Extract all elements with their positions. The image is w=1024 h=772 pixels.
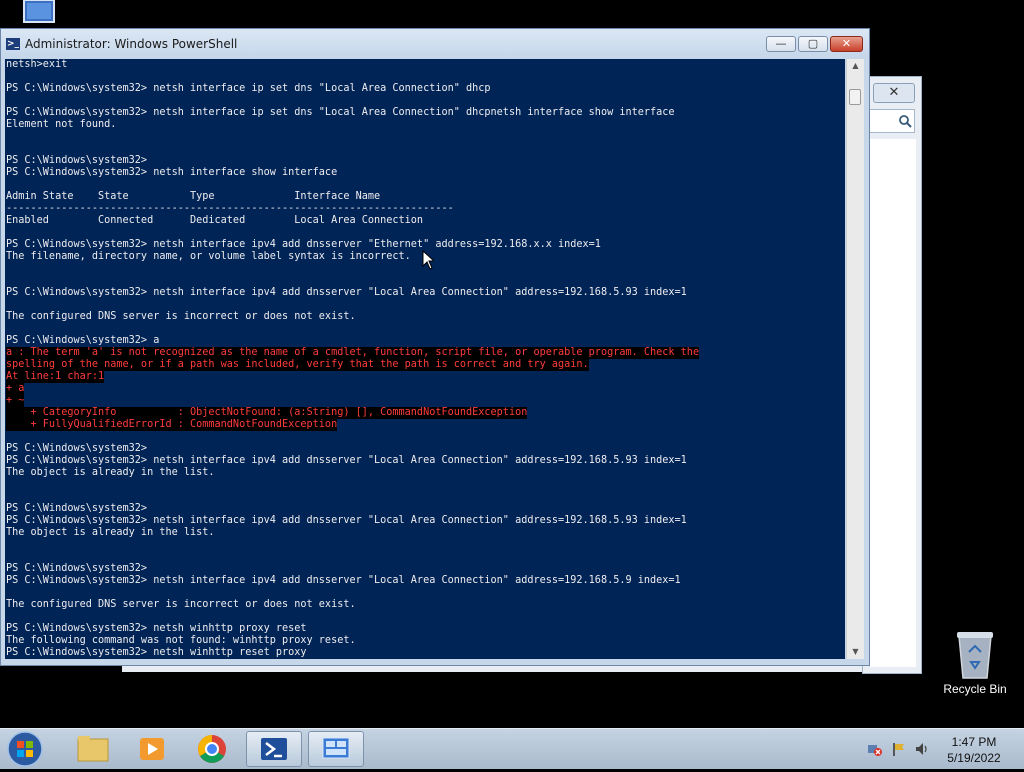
system-clock[interactable]: 1:47 PM 5/19/2022 bbox=[936, 734, 1012, 766]
taskbar-explorer[interactable] bbox=[64, 731, 120, 767]
console-line: PS C:\Windows\system32> netsh interface … bbox=[6, 83, 491, 94]
console-line: PS C:\Windows\system32> netsh interface … bbox=[6, 239, 601, 250]
windows-orb-icon bbox=[7, 731, 43, 767]
console-line: PS C:\Windows\system32> bbox=[6, 443, 148, 454]
background-window-edge bbox=[122, 666, 862, 672]
console-line: PS C:\Windows\system32> bbox=[6, 563, 148, 574]
clock-time: 1:47 PM bbox=[951, 735, 997, 749]
recycle-bin-label: Recycle Bin bbox=[943, 682, 1007, 696]
folder-icon bbox=[77, 736, 109, 762]
background-search-box[interactable] bbox=[869, 109, 915, 133]
console-line: Admin State State Type Interface Name bbox=[6, 191, 381, 202]
remote-desktop-icon bbox=[322, 737, 350, 759]
window-title: Administrator: Windows PowerShell bbox=[25, 37, 238, 51]
taskbar-chrome[interactable] bbox=[184, 731, 240, 767]
console-error-line: + ~ bbox=[6, 395, 25, 407]
recycle-bin[interactable]: Recycle Bin bbox=[940, 630, 1010, 700]
scroll-up-arrow-icon[interactable]: ▲ bbox=[847, 59, 864, 73]
background-explorer-window[interactable]: ✕ bbox=[862, 76, 922, 674]
title-bar[interactable]: >_ Administrator: Windows PowerShell — ▢… bbox=[1, 29, 869, 59]
console-line: PS C:\Windows\system32> bbox=[6, 503, 148, 514]
console-line: The object is already in the list. bbox=[6, 467, 215, 478]
taskbar-remote-desktop[interactable] bbox=[308, 731, 364, 767]
console-error-line: At line:1 char:1 bbox=[6, 371, 105, 383]
minimize-button[interactable]: — bbox=[766, 36, 796, 52]
chrome-icon bbox=[198, 735, 226, 763]
console-output[interactable]: netsh>exit PS C:\Windows\system32> netsh … bbox=[5, 59, 845, 659]
computer-desktop-icon[interactable] bbox=[16, 0, 62, 28]
media-player-icon bbox=[140, 738, 164, 760]
console-line: Enabled Connected Dedicated Local Area C… bbox=[6, 215, 424, 226]
taskbar-powershell[interactable] bbox=[246, 731, 302, 767]
powershell-window[interactable]: >_ Administrator: Windows PowerShell — ▢… bbox=[0, 28, 870, 666]
start-button[interactable] bbox=[6, 730, 44, 768]
console-line: PS C:\Windows\system32> netsh interface … bbox=[6, 167, 338, 178]
console-line: PS C:\Windows\system32> a bbox=[6, 335, 160, 346]
console-line: The following command was not found: win… bbox=[6, 635, 356, 646]
background-close-button[interactable]: ✕ bbox=[873, 83, 915, 103]
console-error-line: a : The term 'a' is not recognized as th… bbox=[6, 347, 700, 359]
scrollbar-thumb[interactable] bbox=[849, 89, 861, 105]
console-line: PS C:\Windows\system32> netsh interface … bbox=[6, 455, 687, 466]
powershell-icon bbox=[261, 738, 287, 760]
volume-icon[interactable] bbox=[914, 741, 930, 757]
console-line: PS C:\Windows\system32> netsh interface … bbox=[6, 107, 675, 118]
taskbar: 1:47 PM 5/19/2022 bbox=[0, 728, 1024, 769]
console-line: PS C:\Windows\system32> netsh interface … bbox=[6, 575, 681, 586]
scroll-down-arrow-icon[interactable]: ▼ bbox=[847, 645, 864, 659]
console-line: PS C:\Windows\system32> netsh winhttp re… bbox=[6, 647, 307, 658]
network-warning-icon[interactable] bbox=[866, 741, 882, 757]
console-line: The configured DNS server is incorrect o… bbox=[6, 311, 356, 322]
console-error-line: spelling of the name, or if a path was i… bbox=[6, 359, 589, 371]
vertical-scrollbar[interactable]: ▲ ▼ bbox=[846, 59, 864, 659]
console-error-line: + FullyQualifiedErrorId : CommandNotFoun… bbox=[6, 419, 338, 431]
console-line: PS C:\Windows\system32> netsh winhttp pr… bbox=[6, 623, 307, 634]
search-icon bbox=[899, 115, 912, 128]
console-line: The filename, directory name, or volume … bbox=[6, 251, 411, 262]
console-line: ----------------------------------------… bbox=[6, 203, 454, 214]
console-line: The configured DNS server is incorrect o… bbox=[6, 599, 356, 610]
console-line: The object is already in the list. bbox=[6, 527, 215, 538]
background-content-pane bbox=[869, 139, 916, 667]
clock-date: 5/19/2022 bbox=[947, 751, 1001, 765]
recycle-bin-icon bbox=[957, 632, 993, 679]
powershell-icon: >_ bbox=[6, 38, 20, 50]
console-error-line: + a bbox=[6, 383, 25, 395]
console-line: PS C:\Windows\system32> netsh interface … bbox=[6, 515, 687, 526]
console-line: Element not found. bbox=[6, 119, 117, 130]
maximize-button[interactable]: ▢ bbox=[798, 36, 828, 52]
console-error-line: + CategoryInfo : ObjectNotFound: (a:Stri… bbox=[6, 407, 528, 419]
console-line: netsh>exit bbox=[6, 59, 68, 70]
mouse-cursor-icon bbox=[422, 250, 434, 270]
close-button[interactable]: ✕ bbox=[830, 36, 863, 52]
action-center-flag-icon[interactable] bbox=[891, 741, 907, 757]
console-line: PS C:\Windows\system32> bbox=[6, 155, 148, 166]
taskbar-media-player[interactable] bbox=[124, 731, 180, 767]
console-line: PS C:\Windows\system32> netsh interface … bbox=[6, 287, 687, 298]
